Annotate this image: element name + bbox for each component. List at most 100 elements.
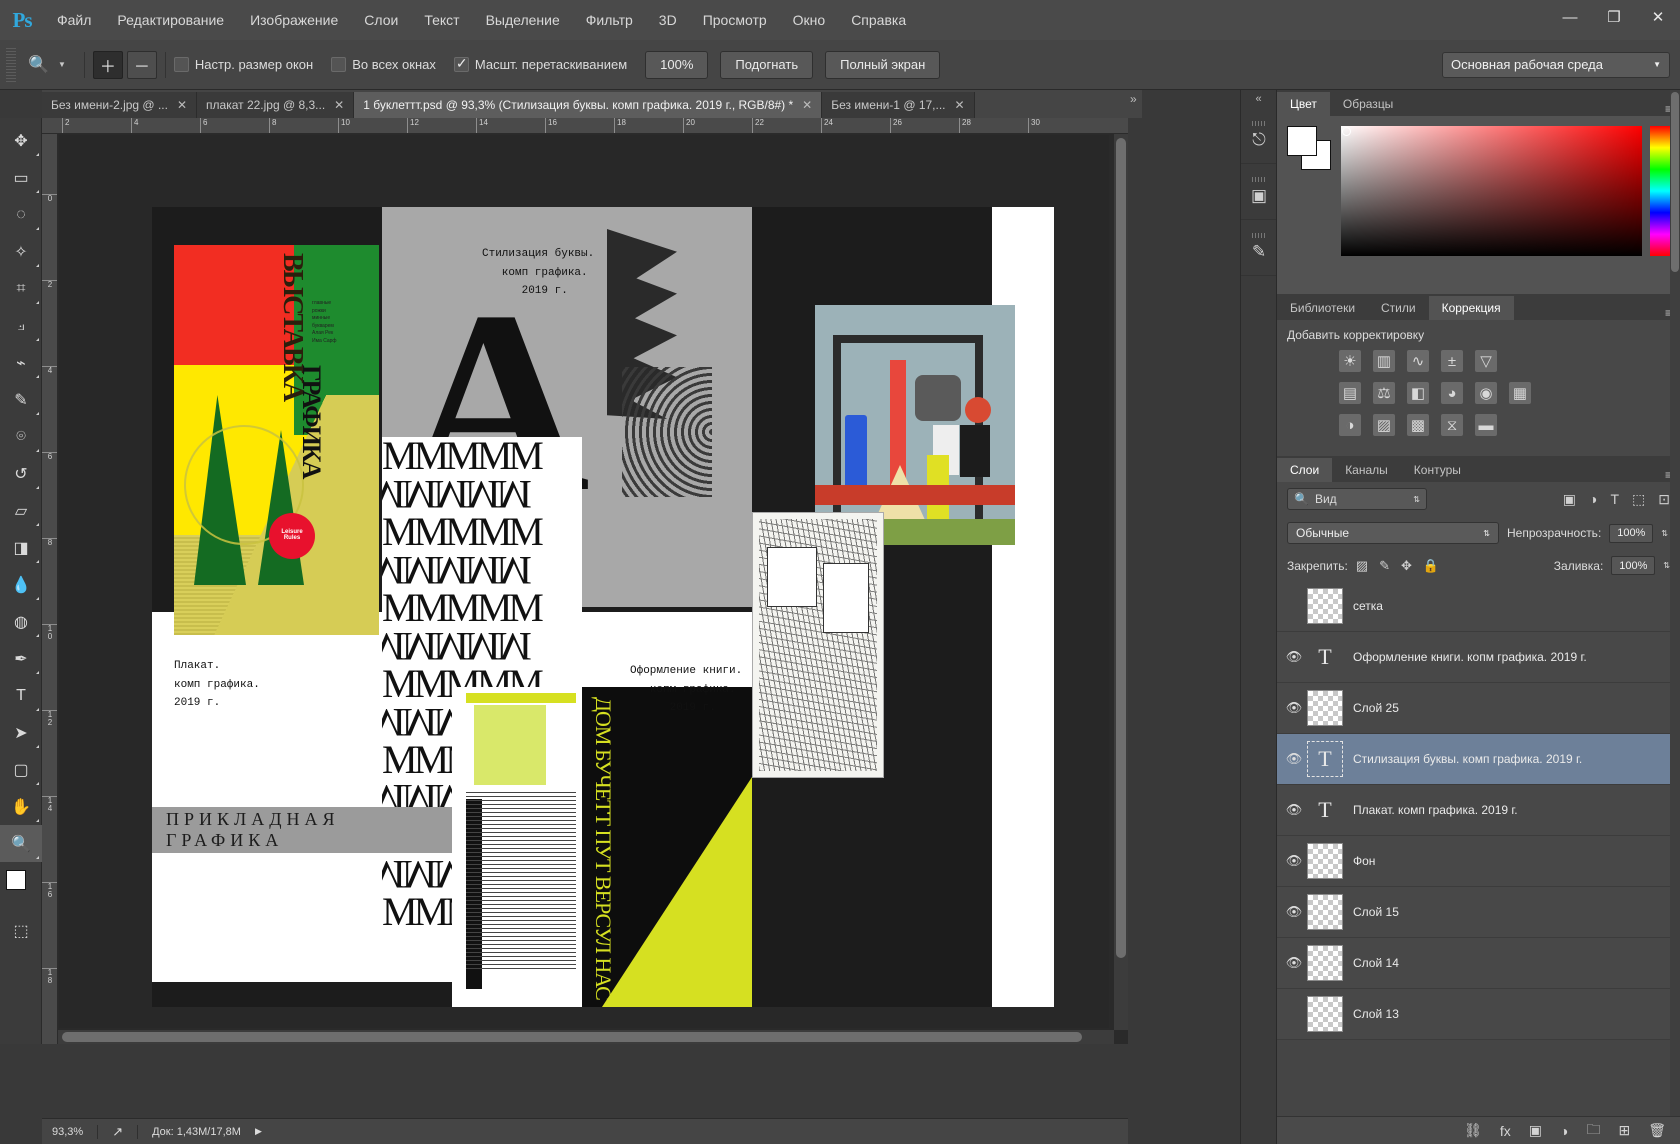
document-tab-0[interactable]: Без имени-2.jpg @ ... ✕ [42,92,198,118]
layer-mask-icon[interactable]: ▣ [1529,1122,1542,1139]
rectangle-tool[interactable]: ▢ [0,751,42,788]
pen-tool[interactable]: ✒ [0,640,42,677]
layer-visibility-toggle[interactable]: 👁 [1281,802,1307,818]
panel-grip[interactable] [1252,233,1266,238]
blur-tool[interactable]: 💧 [0,566,42,603]
filter-adjustment-icon[interactable]: ◑ [1589,491,1597,508]
marquee-tool[interactable]: ▭ [0,159,42,196]
gradient-tool[interactable]: ◨ [0,529,42,566]
zoom-in-button[interactable]: ＋ [92,50,123,79]
color-tab-0[interactable]: Цвет [1277,92,1330,116]
panel-grip[interactable] [1252,177,1266,182]
type-tool[interactable]: T [0,677,42,714]
filter-type-icon[interactable]: T [1610,491,1619,508]
options-bar-grip[interactable] [6,47,16,82]
blend-mode-select[interactable]: Обычные ⇅ [1287,522,1499,544]
color-field[interactable] [1341,126,1642,256]
fill-value[interactable]: 100% [1611,556,1656,575]
menu-item-0[interactable]: Файл [44,0,104,40]
canvas-horizontal-scrollbar[interactable] [58,1030,1114,1044]
adjustments-tab-0[interactable]: Библиотеки [1277,296,1369,320]
menu-item-3[interactable]: Слои [351,0,411,40]
color-balance-icon[interactable]: ⚖ [1373,382,1395,404]
layer-row[interactable]: 👁 T Стилизация буквы. комп графика. 2019 г… [1277,734,1680,785]
layer-visibility-toggle[interactable]: 👁 [1281,751,1307,767]
history-rail-icon[interactable]: ⎋ [1241,108,1277,164]
layer-visibility-toggle[interactable]: 👁 [1281,955,1307,971]
opacity-value[interactable]: 100% [1609,523,1654,543]
menu-item-5[interactable]: Выделение [473,0,573,40]
adjustments-tab-1[interactable]: Стили [1368,296,1429,320]
layer-style-icon[interactable]: fx [1500,1123,1511,1139]
document-tab-3[interactable]: Без имени-1 @ 17,... ✕ [822,92,975,118]
option-checkbox-1[interactable]: Во всех окнах [331,57,436,72]
new-layer-icon[interactable]: ⊞ [1618,1122,1630,1139]
restore-button[interactable]: ❐ [1592,0,1636,34]
quick-mask-toggle[interactable]: ⬚ [0,912,42,949]
zoom-tool[interactable]: 🔍 [0,825,42,862]
exposure-icon[interactable]: ± [1441,350,1463,372]
expand-panels-icon[interactable]: « [1241,90,1276,108]
close-icon[interactable]: ✕ [802,98,812,112]
layers-scrollbar[interactable] [1670,90,1680,1116]
crop-tool[interactable]: ⌗ [0,270,42,307]
layers-tab-1[interactable]: Каналы [1332,458,1401,482]
channel-mixer-icon[interactable]: ◉ [1475,382,1497,404]
tool-foreground-swatch[interactable] [6,870,26,890]
layer-row[interactable]: сетка [1277,581,1680,632]
chevron-down-icon[interactable]: ▼ [58,60,66,69]
still-life-painting[interactable] [815,305,1015,545]
close-button[interactable]: ✕ [1636,0,1680,34]
foreground-color-swatch[interactable] [1287,126,1317,156]
panel-grip[interactable] [1252,121,1266,126]
adjustments-tab-2[interactable]: Коррекция [1428,296,1514,320]
layer-row[interactable]: 👁 Слой 15 [1277,887,1680,938]
curves-icon[interactable]: ∿ [1407,350,1429,372]
canvas-vertical-scrollbar[interactable] [1114,134,1128,1030]
scrollbar-thumb[interactable] [62,1032,1082,1042]
menu-item-10[interactable]: Справка [838,0,919,40]
hand-tool[interactable]: ✋ [0,788,42,825]
layer-row[interactable]: 👁 T Плакат. комп графика. 2019 г. [1277,785,1680,836]
lock-transparent-icon[interactable]: ▨ [1356,558,1368,574]
photo-filter-icon[interactable]: ◕ [1441,382,1463,404]
filter-pixel-icon[interactable]: ▣ [1563,491,1576,508]
tab-overflow-icon[interactable]: » [1130,92,1137,106]
paths-rail-icon[interactable]: ✎ [1241,220,1277,276]
color-tab-1[interactable]: Образцы [1329,92,1407,116]
adjustment-layer-icon[interactable]: ◑ [1560,1123,1568,1139]
selective-color-icon[interactable]: ▬ [1475,414,1497,436]
levels-icon[interactable]: ▥ [1373,350,1395,372]
new-group-icon[interactable]: 🗀 [1586,1119,1600,1143]
checkbox-box[interactable] [331,57,347,72]
posterize-icon[interactable]: ▨ [1373,414,1395,436]
layers-tab-0[interactable]: Слои [1277,458,1333,482]
black-white-icon[interactable]: ◧ [1407,382,1429,404]
layers-tab-2[interactable]: Контуры [1400,458,1474,482]
document-tab-2[interactable]: 1 буклеттт.psd @ 93,3% (Стилизация буквы… [354,92,823,118]
checkbox-box[interactable] [173,57,189,72]
layer-visibility-toggle[interactable]: 👁 [1281,700,1307,716]
option-button-2[interactable]: Полный экран [825,50,941,79]
status-arrow-icon[interactable]: ▶ [255,1126,262,1137]
scrollbar-thumb[interactable] [1671,92,1679,272]
history-brush-tool[interactable]: ↺ [0,455,42,492]
filter-shape-icon[interactable]: ⬚ [1632,491,1645,508]
layer-visibility-toggle[interactable]: 👁 [1281,649,1307,665]
book-spread-artwork[interactable]: ДОМ БУЧЕТТ ПУТ ВЕРСУЛ НАС [452,687,752,1007]
hue-slider[interactable] [1650,126,1670,256]
dodge-tool[interactable]: ◍ [0,603,42,640]
scrollbar-thumb[interactable] [1116,138,1126,958]
menu-item-6[interactable]: Фильтр [573,0,646,40]
share-icon[interactable]: ↗ [112,1124,123,1140]
properties-rail-icon[interactable]: ▣ [1241,164,1277,220]
vibrance-icon[interactable]: ▽ [1475,350,1497,372]
quick-selection-tool[interactable]: ✧ [0,233,42,270]
brush-tool[interactable]: ✎ [0,381,42,418]
zoom-tool-icon[interactable]: 🔍 [24,50,54,80]
menu-item-2[interactable]: Изображение [237,0,351,40]
color-swatches[interactable] [1287,126,1333,172]
layer-visibility-toggle[interactable]: 👁 [1281,904,1307,920]
layer-row[interactable]: 👁 Слой 14 [1277,938,1680,989]
zoom-out-button[interactable]: － [126,50,157,79]
